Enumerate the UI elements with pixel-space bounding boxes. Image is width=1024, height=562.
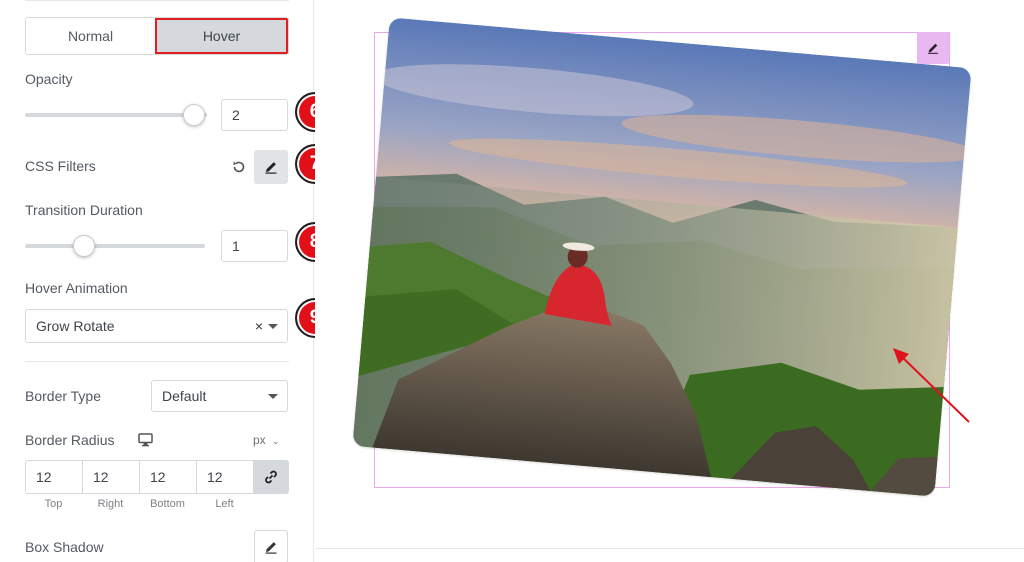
annotation-arrow-icon [893, 348, 970, 423]
opacity-label: Opacity [25, 71, 73, 87]
border-type-value: Default [162, 388, 207, 404]
unit-label: px [253, 433, 266, 447]
link-values-button[interactable] [253, 460, 289, 494]
css-filters-edit-button[interactable] [254, 150, 288, 184]
opacity-slider-handle[interactable] [183, 104, 206, 126]
opacity-input[interactable]: 2 [221, 99, 288, 131]
transition-duration-slider[interactable] [25, 244, 205, 248]
pencil-icon [265, 162, 277, 174]
pencil-icon [928, 43, 938, 54]
transition-duration-input[interactable]: 1 [221, 230, 288, 262]
style-panel: Normal Hover Opacity 2 6 CSS Filters 7 T… [0, 0, 335, 562]
link-icon [265, 470, 277, 484]
tab-hover[interactable]: Hover [155, 18, 288, 54]
transition-duration-label: Transition Duration [25, 202, 143, 218]
pencil-icon [265, 542, 277, 554]
css-filters-label: CSS Filters [25, 158, 96, 174]
radius-left-input[interactable]: 12 [196, 460, 253, 494]
hover-animation-value: Grow Rotate [36, 318, 115, 334]
side-label-right: Right [97, 498, 124, 510]
hover-animation-label: Hover Animation [25, 280, 128, 296]
border-radius-label: Border Radius [25, 432, 115, 448]
border-radius-inputs: 12 12 12 12 [25, 460, 289, 494]
box-shadow-label: Box Shadow [25, 539, 104, 555]
side-label-left: Left [215, 498, 234, 510]
radius-bottom-input[interactable]: 12 [139, 460, 196, 494]
radius-right-input[interactable]: 12 [82, 460, 139, 494]
border-type-label: Border Type [25, 388, 102, 404]
divider [25, 361, 289, 362]
radius-side-labels: Top Right Bottom Left [25, 498, 253, 510]
hover-rotated-image[interactable] [352, 17, 972, 497]
opacity-slider[interactable] [25, 113, 207, 117]
box-shadow-edit-button[interactable] [254, 530, 288, 562]
desktop-icon[interactable] [138, 433, 153, 452]
side-label-bottom: Bottom [150, 498, 185, 510]
hover-animation-select[interactable]: Grow Rotate × [25, 309, 288, 343]
chevron-down-icon [268, 394, 278, 399]
side-label-top: Top [44, 498, 63, 510]
unit-select[interactable]: px ⌄ [253, 433, 280, 447]
divider [315, 548, 1024, 549]
tab-normal[interactable]: Normal [26, 18, 155, 54]
radius-top-input[interactable]: 12 [25, 460, 82, 494]
chevron-down-icon: ⌄ [272, 436, 280, 446]
transition-slider-handle[interactable] [73, 235, 96, 257]
clear-icon[interactable]: × [255, 318, 263, 334]
border-type-select[interactable]: Default [151, 380, 288, 412]
chevron-down-icon [268, 324, 278, 329]
state-tabs: Normal Hover [25, 17, 289, 55]
divider [25, 0, 289, 1]
reset-icon[interactable] [231, 159, 247, 175]
landscape-photo [352, 17, 972, 497]
widget-edit-handle[interactable] [917, 32, 949, 64]
